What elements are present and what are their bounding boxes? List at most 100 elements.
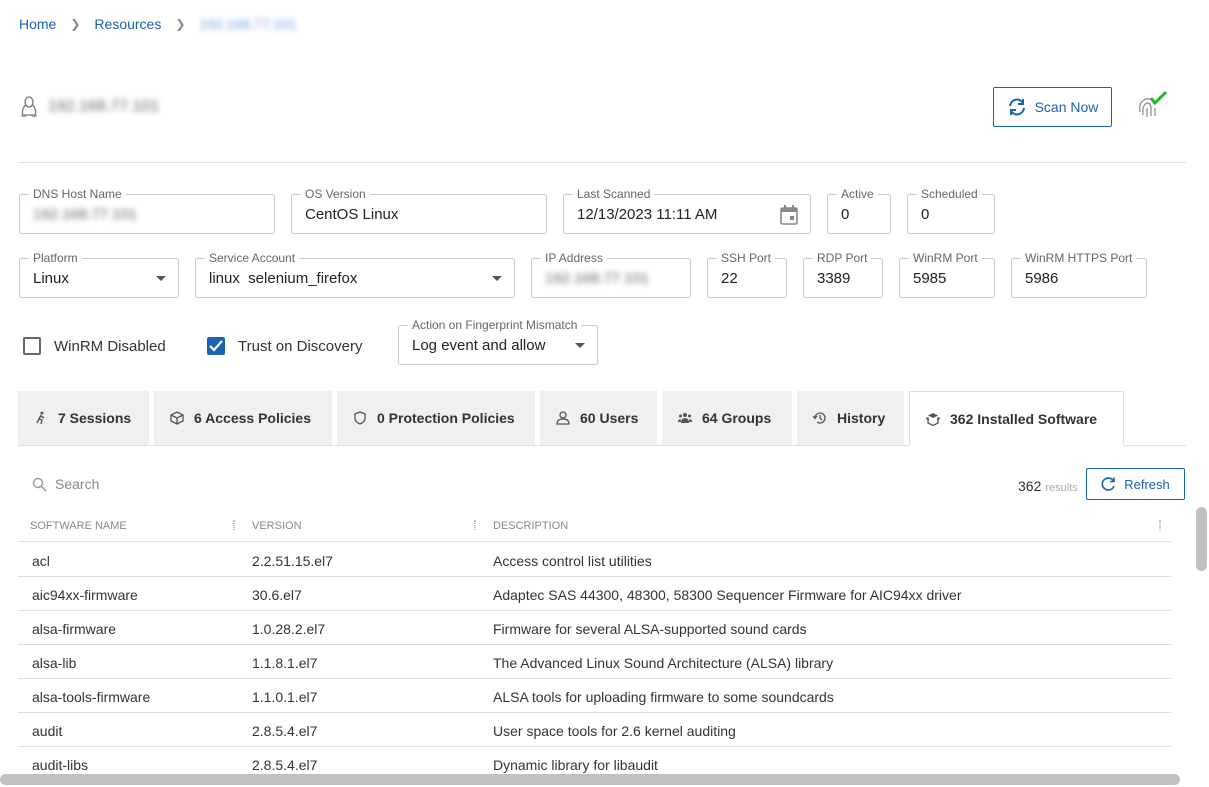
column-resize-handle[interactable]	[233, 520, 235, 530]
column-header-software-name[interactable]: SOFTWARE NAME	[30, 520, 127, 532]
search-placeholder[interactable]: Search	[55, 476, 99, 492]
table-row[interactable]: aic94xx-firmware 30.6.el7 Adaptec SAS 4430…	[18, 577, 1171, 611]
last-scanned-value: 12/13/2023 11:11 AM	[577, 206, 718, 223]
refresh-label: Refresh	[1124, 476, 1170, 492]
description-cell: Adaptec SAS 44300, 48300, 58300 Sequence…	[493, 587, 962, 603]
tab-access-policies[interactable]: 6 Access Policies	[154, 391, 332, 445]
description-cell: User space tools for 2.6 kernel auditing	[493, 723, 736, 739]
column-resize-handle[interactable]	[1159, 520, 1161, 530]
cube-icon	[170, 411, 184, 425]
tab-sessions-label: 7 Sessions	[58, 410, 132, 426]
os-version-label: OS Version	[301, 187, 370, 201]
platform-label: Platform	[29, 251, 82, 265]
fingerprint-mismatch-value: Log event and allow	[412, 337, 546, 354]
tab-groups-label: 64 Groups	[702, 410, 772, 426]
scan-now-button[interactable]: Scan Now	[993, 87, 1112, 127]
rdp-port-value: 3389	[817, 270, 851, 287]
dns-host-name-label: DNS Host Name	[29, 187, 126, 201]
last-scanned-field[interactable]: Last Scanned 12/13/2023 11:11 AM	[563, 187, 811, 234]
ssh-port-value: 22	[721, 270, 738, 287]
fingerprint-verified-icon[interactable]	[1134, 90, 1168, 120]
calendar-icon[interactable]	[780, 205, 798, 225]
table-row[interactable]: alsa-tools-firmware 1.1.0.1.el7 ALSA tools…	[18, 679, 1171, 713]
vertical-scrollbar[interactable]	[1194, 507, 1209, 773]
trust-on-discovery-checkbox[interactable]: Trust on Discovery	[207, 337, 362, 355]
refresh-icon	[1101, 476, 1116, 491]
caret-down-icon	[156, 276, 166, 281]
rdp-port-field[interactable]: RDP Port 3389	[803, 251, 883, 298]
scheduled-field[interactable]: Scheduled 0	[907, 187, 995, 234]
description-cell: Access control list utilities	[493, 553, 652, 569]
breadcrumb-resources[interactable]: Resources	[94, 16, 161, 32]
horizontal-scrollbar-thumb[interactable]	[0, 774, 1180, 785]
tab-protection-policies[interactable]: 0 Protection Policies	[337, 391, 535, 445]
search-box[interactable]: Search	[32, 476, 99, 492]
ssh-port-field[interactable]: SSH Port 22	[707, 251, 787, 298]
checkbox-checked-icon[interactable]	[207, 337, 225, 355]
breadcrumb: Home ❯ Resources ❯ 192.168.77.101	[19, 16, 297, 32]
winrm-port-field[interactable]: WinRM Port 5985	[899, 251, 995, 298]
person-walking-icon	[36, 411, 45, 425]
breadcrumb-home[interactable]: Home	[19, 16, 56, 32]
tab-protection-policies-label: 0 Protection Policies	[377, 410, 515, 426]
version-cell: 2.8.5.4.el7	[252, 757, 318, 773]
software-name-cell: audit-libs	[32, 757, 89, 773]
version-cell: 1.1.8.1.el7	[252, 655, 318, 671]
service-account-select[interactable]: Service Account linux selenium_firefox	[195, 251, 515, 298]
tab-users-label: 60 Users	[580, 410, 639, 426]
checkbox-unchecked-icon[interactable]	[23, 337, 41, 355]
description-cell: ALSA tools for uploading firmware to som…	[493, 689, 834, 705]
winrm-port-value: 5985	[913, 270, 947, 287]
winrm-https-port-label: WinRM HTTPS Port	[1021, 251, 1137, 265]
results-label: results	[1045, 482, 1078, 494]
chevron-right-icon: ❯	[175, 17, 186, 31]
table-row[interactable]: alsa-firmware 1.0.28.2.el7 Firmware for se…	[18, 611, 1171, 645]
version-cell: 30.6.el7	[252, 587, 302, 603]
platform-select[interactable]: Platform Linux	[19, 251, 179, 298]
fingerprint-mismatch-select[interactable]: Action on Fingerprint Mismatch Log event…	[398, 318, 598, 365]
software-name-cell: acl	[32, 553, 50, 569]
winrm-https-port-field[interactable]: WinRM HTTPS Port 5986	[1011, 251, 1147, 298]
tab-installed-software[interactable]: 362 Installed Software	[909, 391, 1124, 446]
column-resize-handle[interactable]	[474, 520, 476, 530]
ip-address-field[interactable]: IP Address 192.168.77.101	[531, 251, 691, 298]
history-icon	[813, 412, 826, 424]
shield-icon	[354, 411, 366, 425]
refresh-icon	[1008, 98, 1025, 116]
dns-host-name-field[interactable]: DNS Host Name 192.168.77.101	[19, 187, 275, 234]
software-name-cell: alsa-tools-firmware	[32, 689, 151, 705]
vertical-scrollbar-thumb[interactable]	[1196, 507, 1207, 571]
service-account-value: linux selenium_firefox	[209, 270, 358, 287]
active-field[interactable]: Active 0	[827, 187, 891, 234]
last-scanned-label: Last Scanned	[573, 187, 655, 201]
tab-users[interactable]: 60 Users	[540, 391, 657, 445]
breadcrumb-current: 192.168.77.101	[199, 16, 297, 32]
scheduled-label: Scheduled	[917, 187, 982, 201]
tab-sessions[interactable]: 7 Sessions	[18, 391, 149, 445]
results-count: 362 results	[1018, 478, 1078, 494]
column-header-version[interactable]: VERSION	[252, 520, 302, 532]
fingerprint-mismatch-label: Action on Fingerprint Mismatch	[408, 318, 582, 332]
search-icon	[32, 477, 47, 492]
winrm-disabled-checkbox[interactable]: WinRM Disabled	[23, 337, 166, 355]
os-version-field[interactable]: OS Version CentOS Linux	[291, 187, 547, 234]
caret-down-icon	[492, 276, 502, 281]
dns-host-name-value: 192.168.77.101	[33, 206, 138, 223]
refresh-button[interactable]: Refresh	[1086, 468, 1185, 500]
table-row[interactable]: acl 2.2.51.15.el7 Access control list util…	[18, 543, 1171, 577]
column-header-description[interactable]: DESCRIPTION	[493, 520, 568, 532]
rdp-port-label: RDP Port	[813, 251, 872, 265]
os-version-value: CentOS Linux	[305, 206, 399, 223]
description-cell: The Advanced Linux Sound Architecture (A…	[493, 655, 834, 671]
software-icon	[926, 412, 940, 426]
ip-address-value: 192.168.77.101	[545, 270, 650, 287]
user-icon	[556, 411, 570, 425]
tab-groups[interactable]: 64 Groups	[662, 391, 792, 445]
table-row[interactable]: audit 2.8.5.4.el7 User space tools for 2.6…	[18, 713, 1171, 747]
horizontal-scrollbar[interactable]	[0, 772, 1194, 787]
scan-now-label: Scan Now	[1034, 99, 1099, 115]
tab-history[interactable]: History	[797, 391, 904, 445]
software-name-cell: aic94xx-firmware	[32, 587, 138, 603]
chevron-right-icon: ❯	[70, 17, 81, 31]
table-row[interactable]: alsa-lib 1.1.8.1.el7 The Advanced Linux So…	[18, 645, 1171, 679]
